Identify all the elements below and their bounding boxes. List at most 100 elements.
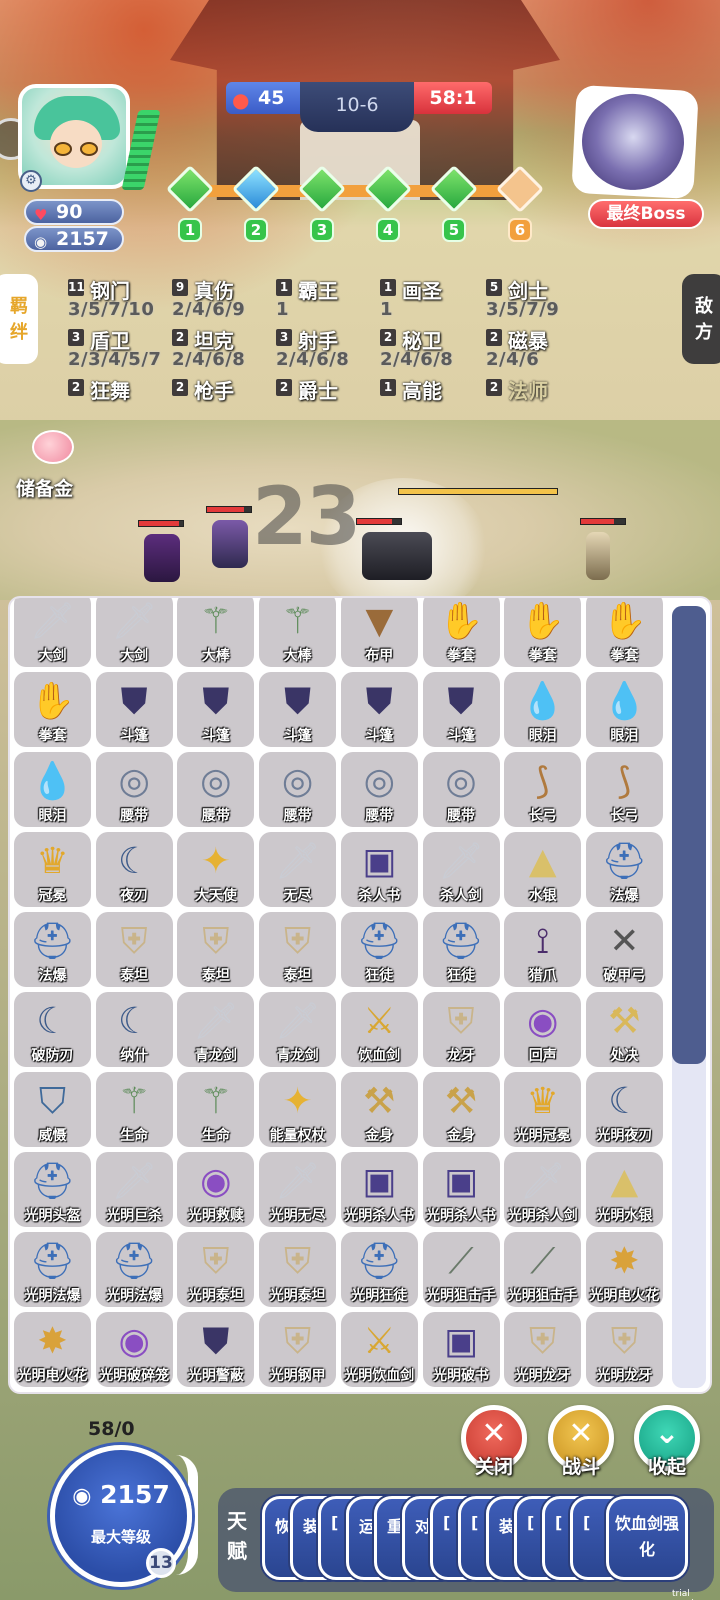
trait-entry[interactable]: 11 钢门 3/5/7/10 [68, 275, 176, 327]
inventory-item[interactable]: ◎ 腰带 [422, 752, 500, 827]
trait-entry[interactable]: 2 坦克 2/4/6/8 [172, 325, 280, 377]
inventory-item[interactable]: ⚚ 生命 [177, 1072, 255, 1147]
inventory-item[interactable]: ⟟ 猎爪 [504, 912, 582, 987]
inventory-item[interactable]: ✸ 光明电火花 [14, 1312, 91, 1387]
inventory-item[interactable]: 💧 眼泪 [585, 672, 663, 747]
inventory-item[interactable]: ☾ 纳什 [95, 992, 173, 1067]
inventory-item[interactable]: ⛑ 光明法爆 [95, 1232, 173, 1307]
inventory-item[interactable]: ⟋ 光明狙击手 [504, 1232, 582, 1307]
trait-entry[interactable]: 3 射手 2/4/6/8 [276, 325, 384, 377]
inventory-item[interactable]: ▣ 杀人书 [340, 832, 418, 907]
inventory-item[interactable]: ☾ 破防刃 [14, 992, 91, 1067]
inventory-item[interactable]: ▣ 光明杀人书 [340, 1152, 418, 1227]
inventory-item[interactable]: ⛑ 法爆 [585, 832, 663, 907]
close-label[interactable]: 关闭 [461, 1452, 527, 1479]
inventory-item[interactable]: ◉ 回声 [504, 992, 582, 1067]
fight-label[interactable]: 战斗 [548, 1452, 614, 1479]
inventory-item[interactable]: ⚒ 金身 [340, 1072, 418, 1147]
inventory-item[interactable]: ◉ 光明救赎 [177, 1152, 255, 1227]
inventory-item[interactable]: ⛨ 光明钢甲 [259, 1312, 337, 1387]
trait-entry[interactable]: 2 枪手 [172, 375, 280, 427]
inventory-item[interactable]: ☾ 夜刃 [95, 832, 173, 907]
trait-entry[interactable]: 2 法师 [486, 375, 594, 427]
inventory-item[interactable]: ⛨ 泰坦 [259, 912, 337, 987]
inventory-item[interactable]: ⚚ 大棒 [259, 598, 337, 667]
inventory-item[interactable]: ✸ 光明电火花 [585, 1232, 663, 1307]
inventory-item[interactable]: ⛑ 光明头盔 [14, 1152, 91, 1227]
inventory-item[interactable]: ▣ 光明杀人书 [422, 1152, 500, 1227]
talent-card-selected[interactable]: 饮血剑强化 [606, 1496, 688, 1580]
inventory-item[interactable]: ⛨ 光明泰坦 [259, 1232, 337, 1307]
collapse-label[interactable]: 收起 [634, 1452, 700, 1479]
inventory-item[interactable]: ◉ 光明破碎笼 [95, 1312, 173, 1387]
inventory-item[interactable]: ⛊ 光明警蔽 [177, 1312, 255, 1387]
inventory-item[interactable]: ✋ 拳套 [585, 598, 663, 667]
inventory-item[interactable]: ⟆ 长弓 [585, 752, 663, 827]
inventory-item[interactable]: ⛨ 泰坦 [177, 912, 255, 987]
tab-traits[interactable]: 羁 绊 [0, 274, 38, 364]
settings-gear-icon[interactable]: ⚙ [20, 170, 42, 192]
inventory-item[interactable]: ▼ 布甲 [340, 598, 418, 667]
inventory-item[interactable]: ⛨ 龙牙 [422, 992, 500, 1067]
trait-entry[interactable]: 2 爵士 [276, 375, 384, 427]
inventory-item[interactable]: ⚔ 光明饮血剑 [340, 1312, 418, 1387]
trait-entry[interactable]: 1 高能 [380, 375, 488, 427]
inventory-item[interactable]: ⟋ 光明狙击手 [422, 1232, 500, 1307]
inventory-item[interactable]: ⛨ 光明龙牙 [504, 1312, 582, 1387]
inventory-item[interactable]: ⛉ 威慑 [14, 1072, 91, 1147]
inventory-item[interactable]: ⚚ 生命 [95, 1072, 173, 1147]
inventory-item[interactable]: ◎ 腰带 [340, 752, 418, 827]
inventory-item[interactable]: ⛊ 斗篷 [177, 672, 255, 747]
trait-entry[interactable]: 2 磁暴 2/4/6 [486, 325, 594, 377]
inventory-item[interactable]: ⛊ 斗篷 [340, 672, 418, 747]
inventory-scrollbar-thumb[interactable] [672, 606, 706, 1064]
inventory-item[interactable]: ✦ 大天使 [177, 832, 255, 907]
inventory-item[interactable]: ✕ 破甲弓 [585, 912, 663, 987]
inventory-item[interactable]: 💧 眼泪 [504, 672, 582, 747]
inventory-item[interactable]: ⚔ 饮血剑 [340, 992, 418, 1067]
trait-entry[interactable]: 2 秘卫 2/4/6/8 [380, 325, 488, 377]
inventory-item[interactable]: ⛨ 泰坦 [95, 912, 173, 987]
inventory-item[interactable]: ⟆ 长弓 [504, 752, 582, 827]
inventory-item[interactable]: 🗡 青龙剑 [259, 992, 337, 1067]
trait-entry[interactable]: 9 真伤 2/4/6/9 [172, 275, 280, 327]
inventory-item[interactable]: ⚒ 处决 [585, 992, 663, 1067]
inventory-item[interactable]: ♛ 光明冠冕 [504, 1072, 582, 1147]
inventory-item[interactable]: 🗡 杀人剑 [422, 832, 500, 907]
trait-entry[interactable]: 3 盾卫 2/3/4/5/7 [68, 325, 176, 377]
inventory-item[interactable]: 💧 眼泪 [14, 752, 91, 827]
reserve-piggy[interactable] [20, 430, 82, 474]
inventory-item[interactable]: 🗡 大剑 [14, 598, 91, 667]
inventory-item[interactable]: ▣ 光明破书 [422, 1312, 500, 1387]
trait-entry[interactable]: 5 剑士 3/5/7/9 [486, 275, 594, 327]
reserve-label[interactable]: 储备金 [16, 474, 73, 501]
inventory-item[interactable]: ▲ 水银 [504, 832, 582, 907]
inventory-item[interactable]: ⚒ 金身 [422, 1072, 500, 1147]
inventory-item[interactable]: ◎ 腰带 [177, 752, 255, 827]
inventory-item[interactable]: ⛑ 狂徒 [422, 912, 500, 987]
inventory-item[interactable]: ⛊ 斗篷 [422, 672, 500, 747]
inventory-item[interactable]: ⛊ 斗篷 [95, 672, 173, 747]
inventory-item[interactable]: ◎ 腰带 [95, 752, 173, 827]
trait-entry[interactable]: 2 狂舞 [68, 375, 176, 427]
inventory-item[interactable]: ⛨ 光明泰坦 [177, 1232, 255, 1307]
tab-enemy[interactable]: 敌 方 [682, 274, 720, 364]
inventory-item[interactable]: 🗡 光明杀人剑 [504, 1152, 582, 1227]
inventory-item[interactable]: ✦ 能量权杖 [259, 1072, 337, 1147]
inventory-item[interactable]: ☾ 光明夜刃 [585, 1072, 663, 1147]
inventory-item[interactable]: 🗡 青龙剑 [177, 992, 255, 1067]
inventory-item[interactable]: 🗡 大剑 [95, 598, 173, 667]
inventory-item[interactable]: 🗡 光明巨杀 [95, 1152, 173, 1227]
inventory-item[interactable]: ◎ 腰带 [259, 752, 337, 827]
inventory-item[interactable]: ⛑ 光明狂徒 [340, 1232, 418, 1307]
inventory-item[interactable]: 🗡 光明无尽 [259, 1152, 337, 1227]
inventory-item[interactable]: ✋ 拳套 [422, 598, 500, 667]
inventory-item[interactable]: ✋ 拳套 [14, 672, 91, 747]
inventory-item[interactable]: 🗡 无尽 [259, 832, 337, 907]
trait-entry[interactable]: 1 画圣 1 [380, 275, 488, 327]
inventory-item[interactable]: ✋ 拳套 [504, 598, 582, 667]
inventory-item[interactable]: ▲ 光明水银 [585, 1152, 663, 1227]
boss-portrait[interactable] [571, 84, 699, 200]
inventory-item[interactable]: ⛑ 法爆 [14, 912, 91, 987]
inventory-item[interactable]: ⚚ 大棒 [177, 598, 255, 667]
